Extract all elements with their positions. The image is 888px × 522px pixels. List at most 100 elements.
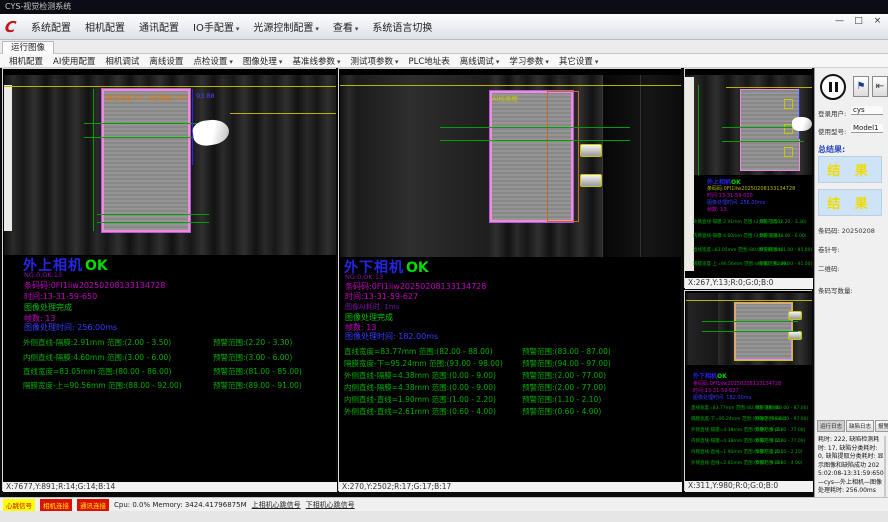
result-display-upper: 结 果 (818, 156, 882, 183)
window-controls: — □ × (833, 16, 884, 27)
tool-offline-settings[interactable]: 离线设置 (144, 55, 188, 67)
marker-box (784, 99, 793, 109)
mini-measurement-row: 直线宽度=83.05mm 范围:(80.00 - 86.00)预警范围:(81.… (693, 247, 811, 253)
mini-time-line: 时间:13-31-59-627 (693, 387, 739, 394)
marker-box (784, 147, 793, 157)
tool-other-settings[interactable]: 其它设置▾ (554, 55, 604, 67)
tool-test-params[interactable]: 测试项参数▾ (345, 55, 403, 67)
tool-plc-table[interactable]: PLC地址表 (404, 55, 455, 67)
tool-learn-params[interactable]: 学习参数▾ (504, 55, 554, 67)
minimize-icon[interactable]: — (833, 16, 846, 27)
image-dark-fixture (602, 75, 681, 257)
warn-range: 预警范围:(89.00 - 91.00) (213, 380, 302, 391)
pause-button[interactable] (820, 74, 846, 100)
model-field[interactable]: Model1 (851, 124, 883, 133)
measurement-row: 外侧直线-隔膜:2.91mm 范围:(2.00 - 3.50)预警范围:(2.2… (23, 337, 331, 348)
fixture-edge-line (640, 75, 641, 257)
app-logo-icon: C (4, 18, 18, 36)
chevron-down-icon: ▾ (395, 58, 399, 66)
image-light-band (688, 293, 718, 365)
log-text-area[interactable]: 耗时: 222, 缺陷检测耗时: 17, 缺陷分类耗时: 0, 缺陷提取分类耗时… (818, 436, 884, 498)
control-panel: ⚑ ⇤ 登录用户: cys 使用型号: Model1 总结果: 结 果 结 果 … (814, 68, 888, 497)
tool-spot-check[interactable]: 点检设置▾ (188, 55, 238, 67)
mini-bottom-camera-image[interactable] (686, 293, 812, 365)
menu-camera-config[interactable]: 相机配置 (78, 19, 132, 34)
pause-icon (829, 82, 832, 92)
mini-measurement-row: 外侧直线-直线=2.61mm 范围:(0.60 - 4.00)预警范围:(0.6… (691, 460, 811, 466)
mini-process-time-line: 图像处理时间: 182.00ms (693, 394, 751, 401)
measure-green-line (698, 85, 699, 175)
tab-defect-log[interactable]: 缺陷日志 (846, 420, 874, 432)
measurement-row: 隔膜宽度-下=95.24mm 范围:(93.00 - 98.00)预警范围:(9… (344, 358, 674, 369)
warn-range: 预警范围:(3.00 - 6.00) (213, 352, 292, 363)
menu-io-config[interactable]: IO手配置▾ (186, 19, 246, 34)
menu-comm-config[interactable]: 通讯配置 (132, 19, 186, 34)
sub-toolbar: 相机配置 AI使用配置 相机调试 离线设置 点检设置▾ 图像处理▾ 基准线参数▾… (0, 54, 888, 68)
mini-measurement-row: 内侧直线-隔膜=4.38mm 范围:(0.00 - 9.00)预警范围:(2.0… (691, 438, 811, 444)
reflective-blob (788, 311, 802, 320)
left-camera-image[interactable]: 静态阈值:93, 动态阈值:100 93.88 (4, 75, 336, 255)
maximize-icon[interactable]: □ (852, 16, 865, 27)
tab-alarm-log[interactable]: 报警日志 (875, 420, 888, 432)
probe-blob (192, 118, 231, 147)
camera-connect-badge: 相机连接 (40, 499, 72, 511)
measure-blue-line (799, 89, 800, 139)
chevron-down-icon: ▾ (545, 58, 549, 66)
tab-run-image[interactable]: 运行图像 (2, 41, 54, 54)
menu-language-switch[interactable]: 系统语言切换 (365, 19, 439, 34)
blue-measure-value: 93.88 (196, 92, 215, 100)
menu-view[interactable]: 查看▾ (326, 19, 366, 34)
comm-connect-badge: 通讯连接 (77, 499, 109, 511)
tool-ai-config[interactable]: AI使用配置 (48, 55, 100, 67)
measure-green-line (722, 141, 804, 142)
upper-camera-heartbeat-link[interactable]: 上相机心跳信号 (252, 500, 301, 510)
window-title: CYS-视觉检测系统 (5, 2, 71, 11)
mini-time-line: 时间:13-31-59-650 (707, 192, 753, 199)
measure-green-line (93, 89, 94, 231)
app-window: CYS-视觉检测系统 C 系统配置 相机配置 通讯配置 IO手配置▾ 光源控制配… (0, 0, 888, 522)
tool-camera-config[interactable]: 相机配置 (4, 55, 48, 67)
tab-run-log[interactable]: 运行日志 (817, 420, 845, 432)
tool-camera-debug[interactable]: 相机调试 (100, 55, 144, 67)
tool-offline-debug[interactable]: 离线调试▾ (455, 55, 505, 67)
chevron-down-icon: ▾ (496, 58, 500, 66)
menu-system-config[interactable]: 系统配置 (24, 19, 78, 34)
login-user-field[interactable]: cys (851, 106, 883, 115)
return-button[interactable]: ⇤ (872, 76, 888, 97)
measure-green-line (440, 140, 630, 141)
lower-camera-heartbeat-link[interactable]: 下相机心跳信号 (306, 500, 355, 510)
measure-text: 隔膜宽度-上=90.56mm 范围:(88.00 - 92.00) (23, 381, 182, 390)
qr-code-label: 二维码: (818, 263, 840, 273)
process-done-line: 图像处理完成 (24, 302, 72, 313)
close-icon[interactable]: × (871, 16, 884, 27)
mini-measurement-row: 内侧直线-直线=1.90mm 范围:(1.00 - 2.20)预警范围:(1.1… (691, 449, 811, 455)
measure-text: 内侧直线-隔膜:4.60mm 范围:(3.00 - 6.00) (23, 353, 171, 362)
capture-button[interactable]: ⚑ (853, 76, 869, 97)
tool-baseline-params[interactable]: 基准线参数▾ (287, 55, 345, 67)
measure-green-line (97, 222, 209, 223)
log-scrollbar[interactable] (884, 436, 886, 498)
heartbeat-badge: 心跳信号 (3, 499, 35, 511)
measurement-row: 外侧直线-隔膜=4.38mm 范围:(0.00 - 9.00)预警范围:(2.0… (344, 370, 674, 381)
reflective-blob (580, 174, 602, 187)
menu-light-config[interactable]: 光源控制配置▾ (246, 19, 326, 34)
ai-box-annotation: AI检测框 (492, 93, 518, 103)
mini-barcode-line: 条码码:0FI1iiw20250208133134728 (707, 185, 795, 192)
mini-measurement-row: 隔膜宽度-上=90.56mm 范围:(88.00 - 92.00)预警范围:(8… (693, 261, 811, 267)
tool-image-processing[interactable]: 图像处理▾ (238, 55, 288, 67)
ai-detect-box (547, 91, 579, 222)
mini-top-camera-image[interactable] (686, 75, 812, 175)
right-camera-image[interactable]: AI检测框 (340, 75, 681, 257)
mini-barcode-line: 条码码:0FI1iiw20250208133134728 (693, 380, 781, 387)
mini-top-camera-panel: 外上相机OK 条码码:0FI1iiw20250208133134728 时间:1… (684, 68, 812, 288)
model-label: 使用型号: (818, 126, 846, 136)
time-line: 时间:13-31-59-650 (24, 291, 97, 302)
measurement-row: 直线宽度=83.05mm 范围:(80.00 - 86.00)预警范围:(81.… (23, 366, 331, 377)
warn-range: 预警范围:(1.10 - 2.10) (522, 394, 601, 405)
pixel-coords-readout: X:311,Y:980;R:0;G:0;B:0 (685, 481, 813, 492)
chevron-down-icon: ▾ (229, 58, 233, 66)
warn-range: 预警范围:(2.20 - 3.30) (213, 337, 292, 348)
window-titlebar: CYS-视觉检测系统 (0, 0, 888, 14)
image-light-band (358, 75, 488, 257)
barcode-value: 20250208 (842, 227, 875, 235)
